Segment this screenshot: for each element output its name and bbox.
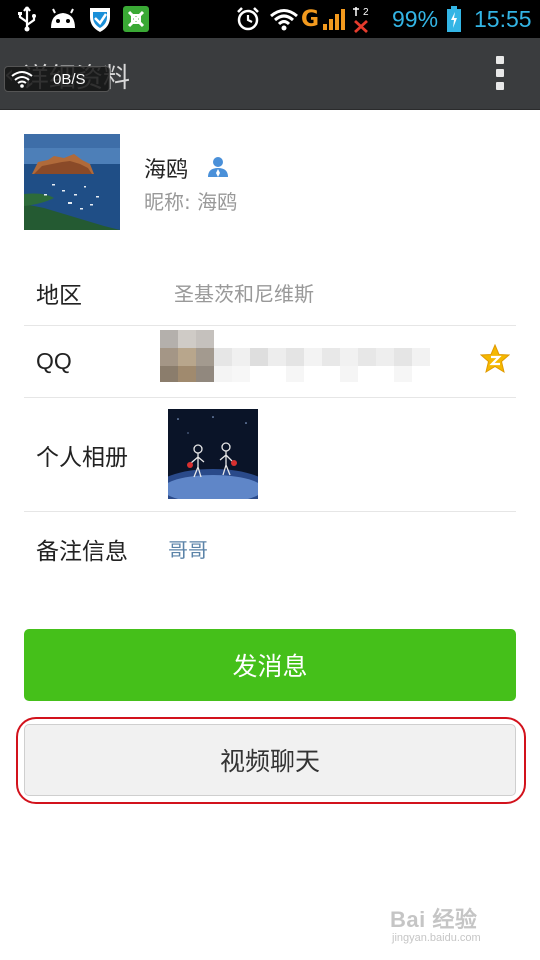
nickname-line: 昵称: 海鸥 — [144, 186, 237, 215]
status-bar: G 2 99% 15:55 — [0, 0, 540, 38]
overflow-menu-icon[interactable] — [490, 56, 510, 92]
region-value: 圣基茨和尼维斯 — [174, 282, 314, 306]
battery-percent: 99% — [392, 6, 439, 32]
alarm-icon — [234, 4, 262, 34]
send-message-button[interactable]: 发消息 — [24, 629, 516, 701]
qq-label: QQ — [36, 348, 72, 374]
qzone-star-icon[interactable] — [479, 343, 511, 374]
android-icon — [47, 4, 79, 34]
app-icon — [122, 4, 150, 34]
watermark-text: Bai 经验 — [390, 907, 478, 932]
nickname-value: 海鸥 — [197, 190, 238, 214]
video-chat-button[interactable]: 视频聊天 — [24, 724, 516, 796]
baidu-jingyan-watermark: Bai 经验 jingyan.baidu.com — [390, 902, 530, 952]
region-row: 地区 圣基茨和尼维斯 — [24, 254, 516, 326]
wifi-speed-icon — [11, 71, 33, 88]
note-label: 备注信息 — [36, 539, 128, 565]
album-label: 个人相册 — [36, 445, 128, 471]
album-row[interactable]: 个人相册 — [24, 398, 516, 512]
avatar[interactable] — [24, 134, 120, 230]
sim-slot-number: 2 — [363, 7, 369, 18]
watermark-url: jingyan.baidu.com — [392, 932, 481, 944]
network-type: G — [300, 6, 320, 32]
note-value[interactable]: 哥哥 — [168, 534, 208, 563]
region-label: 地区 — [36, 283, 82, 309]
nickname-label: 昵称: — [144, 190, 191, 214]
note-row[interactable]: 备注信息 哥哥 — [24, 512, 516, 582]
usb-icon — [12, 4, 42, 34]
signal-icon — [320, 4, 348, 34]
action-bar: ‹ 详细资料 0B/S — [0, 38, 540, 110]
contact-name: 海鸥 — [144, 158, 189, 183]
wifi-icon — [268, 4, 300, 34]
qq-row[interactable]: QQ — [24, 326, 516, 398]
network-speed-overlay: 0B/S — [4, 66, 110, 92]
clock: 15:55 — [474, 6, 532, 32]
person-icon — [206, 154, 230, 178]
qq-info-pixelated — [160, 330, 432, 382]
sim-error-icon: 2 — [350, 4, 374, 34]
network-speed: 0B/S — [53, 71, 86, 88]
shield-icon — [86, 4, 114, 34]
album-thumbnail[interactable] — [168, 409, 258, 499]
battery-icon — [445, 4, 463, 34]
